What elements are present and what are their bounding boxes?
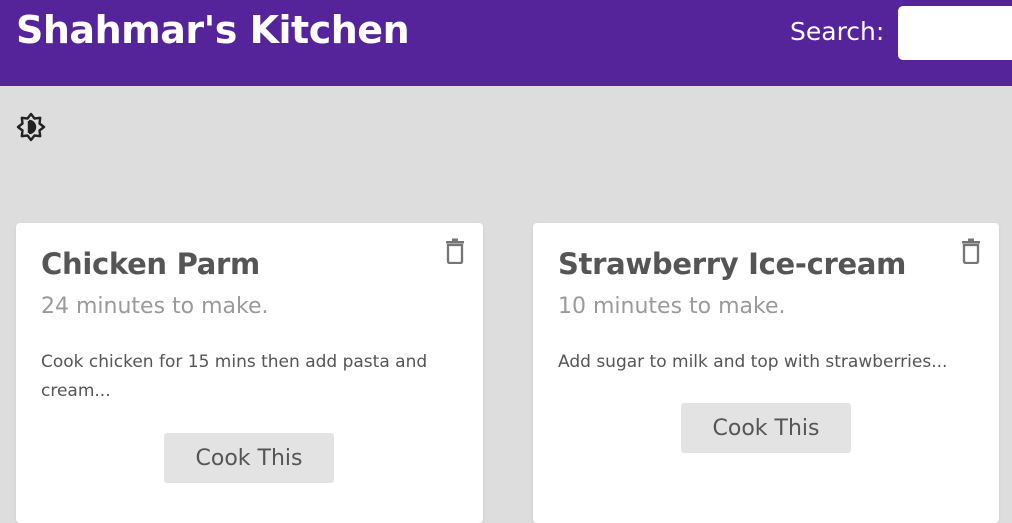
cook-this-button[interactable]: Cook This [681, 403, 851, 453]
recipe-time: 24 minutes to make. [41, 294, 269, 319]
recipe-description: Add sugar to milk and top with strawberr… [558, 352, 948, 372]
recipe-card: Chicken Parm 24 minutes to make. Cook ch… [16, 223, 483, 523]
search-input[interactable] [898, 6, 1012, 60]
recipe-card: Strawberry Ice-cream 10 minutes to make.… [533, 223, 999, 523]
app-header: Shahmar's Kitchen Search: [0, 0, 1012, 86]
brightness-icon[interactable] [16, 112, 46, 142]
cook-this-button[interactable]: Cook This [164, 433, 334, 483]
app-title: Shahmar's Kitchen [16, 8, 410, 52]
recipe-title: Strawberry Ice-cream [558, 247, 907, 281]
trash-icon[interactable] [444, 238, 466, 265]
trash-icon[interactable] [960, 238, 982, 265]
recipe-title: Chicken Parm [41, 247, 260, 281]
search-label: Search: [790, 17, 885, 46]
recipe-description: Cook chicken for 15 mins then add pasta … [41, 352, 428, 401]
recipe-time: 10 minutes to make. [558, 294, 786, 319]
